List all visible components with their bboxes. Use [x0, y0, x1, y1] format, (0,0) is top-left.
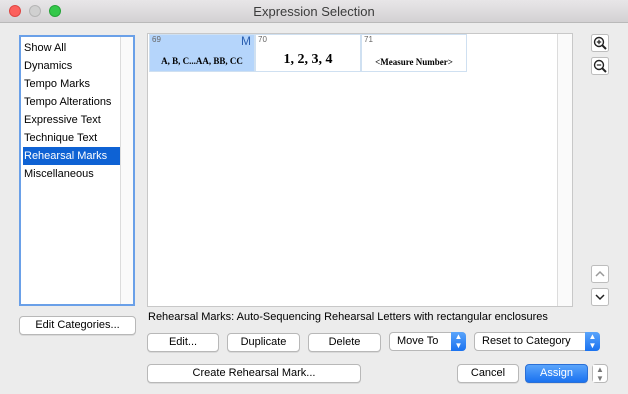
expression-cell[interactable]: 69 M A, B, C...AA, BB, CC	[149, 34, 255, 72]
category-item-show-all[interactable]: Show All	[23, 39, 124, 57]
category-item-miscellaneous[interactable]: Miscellaneous	[23, 165, 124, 183]
zoom-in-icon[interactable]	[591, 34, 609, 52]
expression-grid-scrollbar[interactable]	[557, 34, 572, 306]
expression-text: <Measure Number>	[375, 57, 453, 67]
category-item-tempo-marks[interactable]: Tempo Marks	[23, 75, 124, 93]
create-rehearsal-mark-button[interactable]: Create Rehearsal Mark...	[147, 364, 361, 383]
cancel-button[interactable]: Cancel	[457, 364, 519, 383]
category-item-expressive-text[interactable]: Expressive Text	[23, 111, 124, 129]
updown-caret-icon: ▲ ▼	[451, 332, 466, 351]
title-bar: Expression Selection	[0, 0, 628, 23]
delete-button[interactable]: Delete	[308, 333, 381, 352]
category-item-rehearsal-marks[interactable]: Rehearsal Marks	[23, 147, 124, 165]
category-list-scrollbar[interactable]	[120, 37, 133, 304]
category-list[interactable]: Show All Dynamics Tempo Marks Tempo Alte…	[19, 35, 135, 306]
window-title: Expression Selection	[253, 4, 375, 19]
reset-to-category-label: Reset to Category	[482, 335, 571, 347]
expression-number: 69	[152, 35, 161, 44]
category-item-technique-text[interactable]: Technique Text	[23, 129, 124, 147]
updown-caret-icon: ▲ ▼	[593, 365, 607, 383]
duplicate-button[interactable]: Duplicate	[227, 333, 300, 352]
assign-options-stepper[interactable]: ▲ ▼	[592, 364, 608, 383]
edit-categories-button[interactable]: Edit Categories...	[19, 316, 136, 335]
edit-button[interactable]: Edit...	[147, 333, 219, 352]
category-item-tempo-alterations[interactable]: Tempo Alterations	[23, 93, 124, 111]
expression-cell[interactable]: 70 1, 2, 3, 4	[255, 34, 361, 72]
expression-grid[interactable]: 69 M A, B, C...AA, BB, CC 70 1, 2, 3, 4 …	[147, 33, 573, 307]
expression-number: 71	[364, 35, 373, 44]
assign-button[interactable]: Assign	[525, 364, 588, 383]
expression-text: A, B, C...AA, BB, CC	[161, 56, 243, 66]
rehearsal-letter-preview: M	[241, 34, 251, 48]
chevron-up-icon[interactable]	[591, 265, 609, 283]
move-to-label: Move To	[397, 335, 439, 347]
updown-caret-icon: ▲ ▼	[585, 332, 600, 351]
expression-cell[interactable]: 71 <Measure Number>	[361, 34, 467, 72]
expression-number: 70	[258, 35, 267, 44]
reset-to-category-select[interactable]: Reset to Category ▲ ▼	[474, 332, 600, 351]
expression-text: 1, 2, 3, 4	[283, 52, 333, 67]
expression-description: Rehearsal Marks: Auto-Sequencing Rehears…	[148, 311, 548, 323]
chevron-down-icon[interactable]	[591, 288, 609, 306]
zoom-out-icon[interactable]	[591, 57, 609, 75]
category-item-dynamics[interactable]: Dynamics	[23, 57, 124, 75]
move-to-select[interactable]: Move To ▲ ▼	[389, 332, 466, 351]
